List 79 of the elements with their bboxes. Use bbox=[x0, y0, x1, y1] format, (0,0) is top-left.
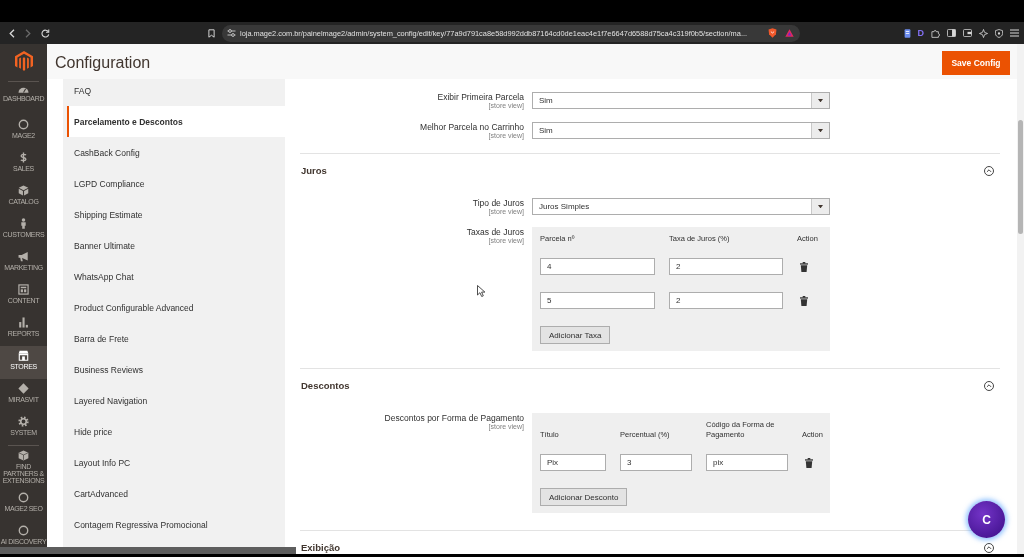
gear-icon bbox=[18, 416, 29, 427]
bookmark-icon[interactable] bbox=[208, 28, 215, 38]
sidebar-icon[interactable] bbox=[947, 29, 956, 37]
caret-down-icon bbox=[818, 98, 823, 103]
text-input-field[interactable]: 4 bbox=[540, 258, 655, 275]
field-label: Taxas de Juros bbox=[466, 228, 524, 237]
person-icon bbox=[18, 218, 29, 229]
text-input-field[interactable]: Pix bbox=[540, 454, 606, 471]
dollar-icon bbox=[18, 152, 29, 163]
menu-icon[interactable] bbox=[1010, 29, 1019, 37]
field-label: Tipo de Juros bbox=[472, 199, 524, 208]
dropdown-field[interactable]: Sim bbox=[532, 122, 830, 139]
scrollbar-thumb[interactable] bbox=[1018, 120, 1023, 234]
box-icon bbox=[18, 450, 29, 461]
caret-down-icon bbox=[818, 128, 823, 133]
section-title[interactable]: Exibição bbox=[301, 542, 341, 553]
diamond-icon bbox=[18, 383, 29, 394]
shield-icon[interactable] bbox=[995, 28, 1003, 38]
config-nav-item[interactable]: LGPD Compliance bbox=[63, 168, 285, 199]
wallet-icon[interactable] bbox=[963, 29, 972, 37]
field-label: Exibir Primeira Parcela bbox=[437, 93, 524, 102]
chevron-circle-icon[interactable] bbox=[984, 165, 994, 176]
config-nav-item[interactable]: Parcelamento e Descontos bbox=[67, 106, 285, 137]
text-input-field[interactable]: 5 bbox=[540, 292, 655, 309]
config-nav-item[interactable]: Shipping Estimate bbox=[63, 199, 285, 230]
dropdown-field[interactable]: Juros Simples bbox=[532, 198, 830, 215]
config-nav-item[interactable]: Banner Ultimate bbox=[63, 230, 285, 261]
back-chevron-icon[interactable] bbox=[9, 28, 15, 38]
trash-icon[interactable] bbox=[800, 295, 808, 306]
reload-icon[interactable] bbox=[41, 28, 50, 38]
chevron-circle-icon[interactable] bbox=[984, 380, 994, 391]
triangle-icon[interactable] bbox=[785, 29, 794, 37]
save-config-button[interactable]: Save Config bbox=[942, 51, 1010, 75]
section-title[interactable]: Descontos bbox=[301, 380, 350, 391]
ring-icon bbox=[18, 492, 29, 503]
extension-button[interactable]: D bbox=[917, 28, 924, 38]
add-row-button[interactable]: Adicionar Desconto bbox=[540, 488, 628, 506]
mouse-pointer-icon bbox=[477, 285, 486, 297]
section-title[interactable]: Juros bbox=[301, 165, 327, 176]
config-nav-item[interactable]: Business Reviews bbox=[63, 354, 285, 385]
text-input-field[interactable]: 2 bbox=[669, 258, 783, 275]
field-label: Melhor Parcela no Carrinho bbox=[420, 123, 524, 132]
config-nav-item[interactable]: WhatsApp Chat bbox=[63, 261, 285, 292]
cube-icon bbox=[18, 185, 29, 196]
layout-icon bbox=[18, 284, 29, 295]
text-input-field[interactable]: 3 bbox=[620, 454, 692, 471]
shield-icon[interactable] bbox=[768, 28, 777, 38]
megaphone-icon bbox=[18, 251, 29, 262]
config-nav-item[interactable]: CartAdvanced bbox=[63, 478, 285, 509]
config-nav-item[interactable]: Hide price bbox=[63, 416, 285, 447]
ring-icon bbox=[18, 525, 29, 536]
forward-chevron-icon[interactable] bbox=[25, 28, 31, 38]
scrollbar[interactable] bbox=[1017, 44, 1024, 554]
dropdown-field[interactable]: Sim bbox=[532, 92, 830, 109]
sparkle-icon[interactable] bbox=[979, 28, 988, 38]
puzzle-icon[interactable] bbox=[931, 28, 940, 38]
ring-icon bbox=[18, 119, 29, 130]
text-input-field[interactable]: pix bbox=[706, 454, 788, 471]
config-nav-item[interactable]: Layout Info PC bbox=[63, 447, 285, 478]
config-nav-item[interactable]: Layered Navigation bbox=[63, 385, 285, 416]
caret-down-icon bbox=[818, 204, 823, 209]
document-icon[interactable] bbox=[903, 28, 911, 38]
trash-icon[interactable] bbox=[805, 457, 813, 468]
chevron-circle-icon[interactable] bbox=[984, 542, 994, 553]
config-nav-item[interactable]: Contagem Regressiva Promocional bbox=[63, 509, 285, 540]
config-nav-item[interactable]: FAQ bbox=[63, 79, 285, 106]
hexagon-logo-icon[interactable] bbox=[14, 51, 33, 71]
config-nav-item[interactable]: Barra de Frete bbox=[63, 323, 285, 354]
config-nav-item[interactable]: CashBack Config bbox=[63, 137, 285, 168]
page-title: Configuration bbox=[55, 53, 151, 73]
storefront-icon bbox=[18, 350, 29, 361]
bar-chart-icon bbox=[18, 317, 29, 328]
config-nav-item[interactable]: Product Configurable Advanced bbox=[63, 292, 285, 323]
text-input-field[interactable]: 2 bbox=[669, 292, 783, 309]
add-row-button[interactable]: Adicionar Taxa bbox=[540, 326, 611, 344]
trash-icon[interactable] bbox=[800, 261, 808, 272]
field-label: Descontos por Forma de Pagamento bbox=[384, 414, 524, 423]
sliders-icon[interactable] bbox=[227, 29, 236, 37]
gauge-icon bbox=[18, 86, 29, 94]
